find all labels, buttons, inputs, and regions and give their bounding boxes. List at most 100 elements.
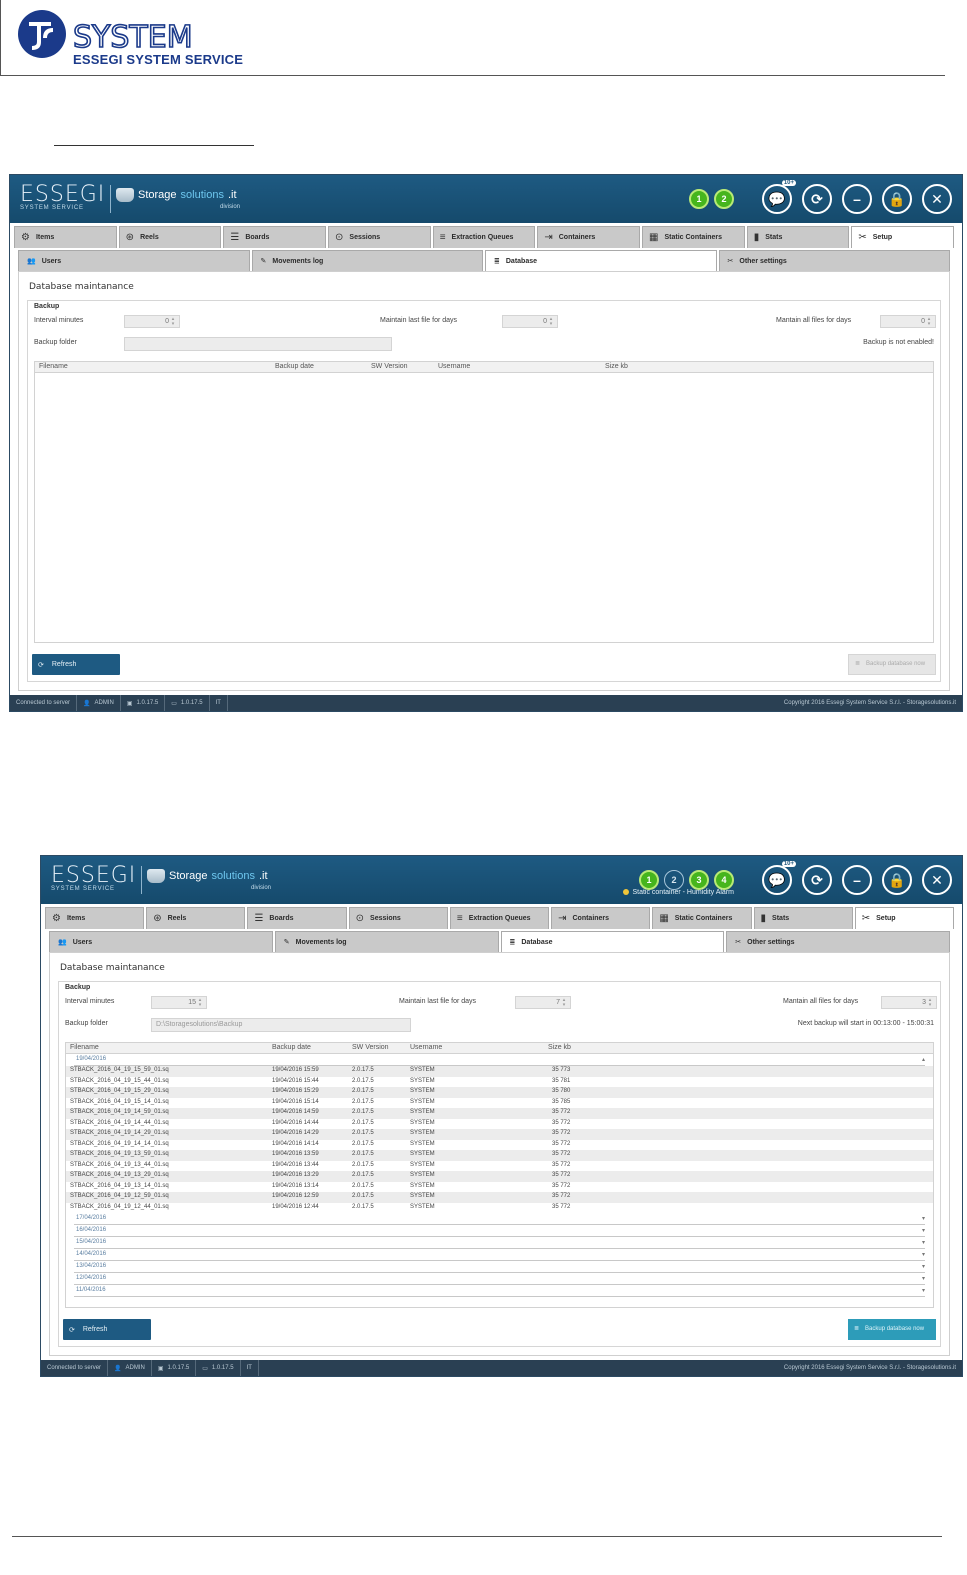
date-group-header[interactable]: 13/04/2016 ▾ [74,1261,925,1273]
tab-setup[interactable]: ✂ Setup [851,226,955,248]
table-row[interactable]: STBACK_2016_04_19_14_14_01.sq 19/04/2016 … [66,1140,933,1151]
cell-size: 35 781 [552,1077,571,1084]
cell-ver: 2.0.17.5 [352,1098,374,1105]
tab-extraction-queues[interactable]: ≡ Extraction Queues [432,226,536,248]
col-filename[interactable]: Filename [70,1044,99,1051]
tab-static-containers[interactable]: ▦ Static Containers [642,226,745,248]
tab-setup[interactable]: ✂ Setup [854,907,954,929]
table-row[interactable]: STBACK_2016_04_19_14_44_01.sq 19/04/2016 … [66,1119,933,1130]
machine-badge[interactable]: 1 [639,870,659,890]
table-row[interactable]: STBACK_2016_04_19_15_14_01.sq 19/04/2016 … [66,1098,933,1109]
cell-user: SYSTEM [410,1109,435,1115]
col-size[interactable]: Size kb [548,1044,571,1051]
tab-containers[interactable]: ⇥ Containers [551,907,651,929]
cell-ver: 2.0.17.5 [352,1140,374,1147]
stats-icon: ▮ [760,913,767,924]
table-row[interactable]: STBACK_2016_04_19_14_29_01.sq 19/04/2016 … [66,1129,933,1140]
date-group-header[interactable]: 14/04/2016 ▾ [74,1249,925,1261]
folder-field[interactable] [124,337,392,351]
tab-stats[interactable]: ▮ Stats [753,907,853,929]
cell-date: 19/04/2016 13:44 [272,1161,319,1168]
tab-sessions[interactable]: ⊙ Sessions [348,907,448,929]
date-group-header[interactable]: 17/04/2016 ▾ [74,1213,925,1225]
interval-stepper[interactable]: 15 [151,996,207,1009]
messages-button[interactable]: 💬 10+ [762,861,796,895]
machine-badge[interactable]: 3 [689,870,709,890]
col-username[interactable]: Username [410,1044,442,1051]
subtab-other-settings[interactable]: ✂ Other settings [718,250,950,271]
subtab-users[interactable]: 👥 Users [49,931,273,952]
backup-now-button[interactable]: ≣ Backup database now [848,654,936,675]
maintain-last-stepper[interactable]: 0 [502,315,558,328]
cell-file: STBACK_2016_04_19_14_14_01.sq [70,1140,169,1147]
table-row[interactable]: STBACK_2016_04_19_13_44_01.sq 19/04/2016 … [66,1161,933,1172]
col-sw-version[interactable]: SW Version [352,1044,389,1051]
sync-button[interactable]: ⟳ [802,184,832,214]
date-group-header[interactable]: 11/04/2016 ▾ [74,1285,925,1297]
close-icon: ✕ [931,190,943,207]
tab-boards[interactable]: ☰ Boards [223,226,327,248]
tab-static-containers[interactable]: ▦ Static Containers [652,907,752,929]
machine-badge[interactable]: 2 [664,870,684,890]
alarm-hint[interactable]: Static container - Humidity Alarm [623,889,734,896]
tab-boards[interactable]: ☰ Boards [247,907,347,929]
sync-button[interactable]: ⟳ [802,865,832,895]
subtab-users[interactable]: 👥 Users [18,250,250,271]
tab-extraction-queues[interactable]: ≡ Extraction Queues [449,907,550,929]
tab-reels[interactable]: ⊛ Reels [118,226,222,248]
table-row[interactable]: STBACK_2016_04_19_12_44_01.sq 19/04/2016 … [66,1203,933,1214]
table-row[interactable]: STBACK_2016_04_19_13_59_01.sq 19/04/2016 … [66,1150,933,1161]
folder-field[interactable]: D:\Storagesolutions\Backup [151,1018,411,1032]
subtab-database[interactable]: ≣ Database [485,250,717,271]
minimize-button[interactable]: – [842,865,872,895]
tab-items[interactable]: ⚙ Items [14,226,117,248]
col-sw-version[interactable]: SW Version [371,363,408,370]
tab-containers[interactable]: ⇥ Containers [537,226,641,248]
table-row[interactable]: STBACK_2016_04_19_13_29_01.sq 19/04/2016 … [66,1171,933,1182]
lock-button[interactable]: 🔒 [882,865,912,895]
col-username[interactable]: Username [438,363,470,370]
cell-user: SYSTEM [410,1193,435,1199]
refresh-button[interactable]: ⟳ Refresh [63,1319,151,1340]
refresh-button[interactable]: ⟳ Refresh [32,654,120,675]
date-group-header[interactable]: 19/04/2016 ▴ [74,1054,925,1066]
col-backup-date[interactable]: Backup date [275,363,314,370]
table-row[interactable]: STBACK_2016_04_19_14_59_01.sq 19/04/2016 … [66,1108,933,1119]
tab-sessions[interactable]: ⊙ Sessions [328,226,431,248]
subtab-movements-log[interactable]: ✎ Movements log [274,931,499,952]
machine-badge[interactable]: 2 [714,189,734,209]
table-row[interactable]: STBACK_2016_04_19_13_14_01.sq 19/04/2016 … [66,1182,933,1193]
col-filename[interactable]: Filename [39,363,68,370]
subtab-other-settings[interactable]: ✂ Other settings [726,931,950,952]
col-size[interactable]: Size kb [605,363,628,370]
maintain-all-stepper[interactable]: 0 [880,315,936,328]
maintain-last-stepper[interactable]: 7 [515,996,571,1009]
table-row[interactable]: STBACK_2016_04_19_15_59_01.sq 19/04/2016 … [66,1066,933,1077]
date-group-header[interactable]: 12/04/2016 ▾ [74,1273,925,1285]
subtab-database[interactable]: ≣ Database [500,931,725,952]
minimize-button[interactable]: – [842,184,872,214]
table-row[interactable]: STBACK_2016_04_19_15_44_01.sq 19/04/2016 … [66,1077,933,1088]
backup-now-button[interactable]: ≣ Backup database now [848,1319,936,1340]
machine-badge[interactable]: 4 [714,870,734,890]
tab-reels[interactable]: ⊛ Reels [146,907,246,929]
col-backup-date[interactable]: Backup date [272,1044,311,1051]
table-row[interactable]: STBACK_2016_04_19_12_59_01.sq 19/04/2016 … [66,1192,933,1203]
interval-stepper[interactable]: 0 [124,315,180,328]
backup-grid: Filename Backup date SW Version Username… [65,1042,934,1308]
machine-badge[interactable]: 1 [689,189,709,209]
close-button[interactable]: ✕ [922,865,952,895]
cell-ver: 2.0.17.5 [352,1077,374,1084]
date-group-header[interactable]: 16/04/2016 ▾ [74,1225,925,1237]
maintain-all-stepper[interactable]: 3 [881,996,937,1009]
tab-stats[interactable]: ▮ Stats [746,226,850,248]
date-group-header[interactable]: 15/04/2016 ▾ [74,1237,925,1249]
status-copyright: Copyright 2016 Essegi System Service S.r… [783,1365,956,1371]
tools-icon: ✂ [727,258,734,265]
lock-button[interactable]: 🔒 [882,184,912,214]
close-button[interactable]: ✕ [922,184,952,214]
subtab-movements-log[interactable]: ✎ Movements log [251,250,483,271]
table-row[interactable]: STBACK_2016_04_19_15_29_01.sq 19/04/2016 … [66,1087,933,1098]
messages-button[interactable]: 💬 10+ [762,180,796,214]
tab-items[interactable]: ⚙ Items [45,907,145,929]
